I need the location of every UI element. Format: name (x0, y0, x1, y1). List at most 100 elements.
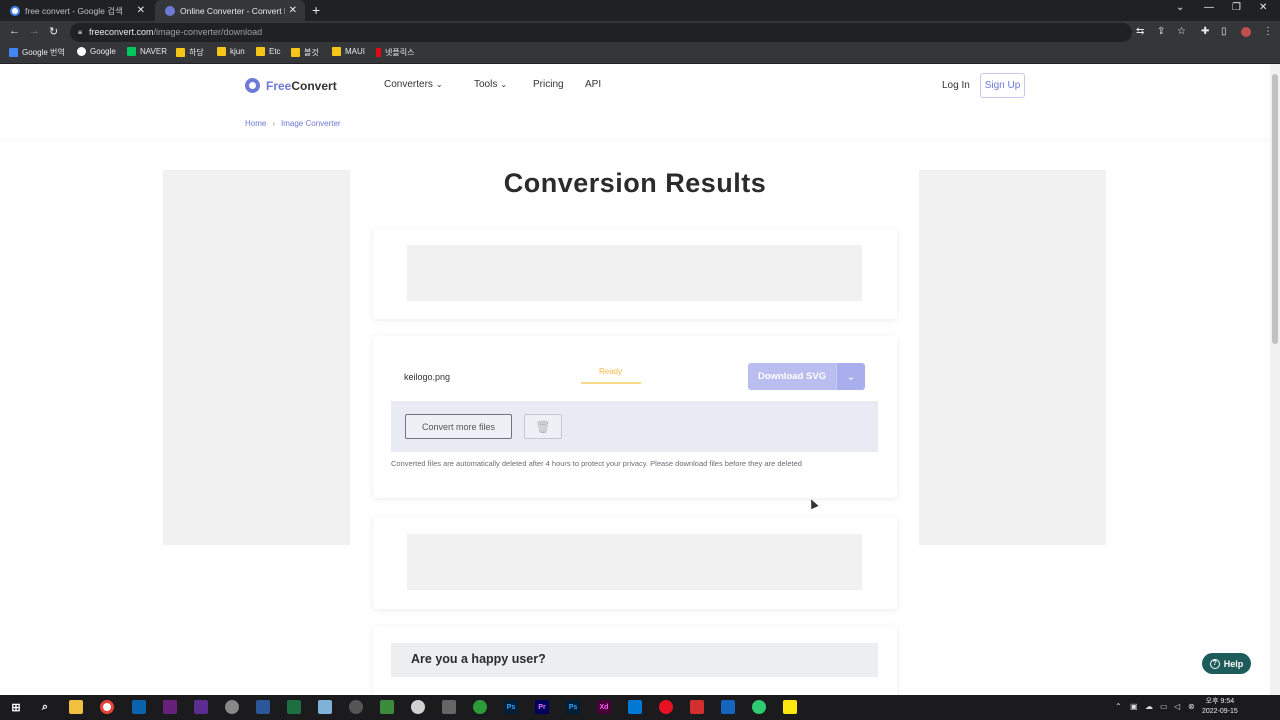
download-button[interactable]: Download SVG (748, 363, 836, 390)
network-icon[interactable]: ▭ (1160, 702, 1168, 711)
ime-icon[interactable]: ⊗ (1188, 702, 1195, 711)
app-icon[interactable] (411, 700, 425, 714)
right-ad-placeholder (919, 170, 1106, 545)
bookmark-folder-bolgeot[interactable]: 볼것 (291, 47, 319, 58)
privacy-notice: Converted files are automatically delete… (391, 459, 802, 468)
back-icon[interactable]: ← (9, 25, 20, 37)
bookmark-google-translate[interactable]: Google 번역 (9, 47, 65, 58)
bottom-ad-placeholder (407, 534, 862, 590)
help-button[interactable]: ? Help (1202, 653, 1251, 674)
record-icon[interactable] (659, 700, 673, 714)
visual-studio-preview-icon[interactable] (194, 700, 208, 714)
tab-search-icon[interactable]: ⌄ (1176, 2, 1184, 13)
tray-chevron-icon[interactable]: ⌃ (1115, 702, 1122, 711)
chrome-icon[interactable] (100, 700, 114, 714)
app-icon[interactable] (225, 700, 239, 714)
file-explorer-icon[interactable] (69, 700, 83, 714)
app-icon[interactable] (256, 700, 270, 714)
new-tab-button[interactable]: + (312, 2, 320, 18)
happy-user-title: Are you a happy user? (411, 652, 546, 666)
folder-icon (291, 48, 300, 57)
taskbar-clock[interactable]: 오후 9:54 2022-09-15 (1202, 697, 1238, 717)
bookmark-naver[interactable]: NAVER (127, 47, 167, 56)
xd-icon[interactable]: Xd (597, 700, 611, 714)
tab-title: Online Converter - Convert Ima (180, 5, 285, 16)
app-icon[interactable] (752, 700, 766, 714)
app-icon[interactable] (690, 700, 704, 714)
bookmark-star-icon[interactable]: ☆ (1177, 26, 1186, 37)
netflix-bookmark-icon (376, 48, 381, 57)
page-scrollbar[interactable] (1270, 64, 1280, 695)
app-icon[interactable] (628, 700, 642, 714)
volume-icon[interactable]: ◁ (1174, 702, 1180, 711)
close-tab-icon[interactable]: ✕ (289, 5, 297, 16)
visual-studio-icon[interactable] (163, 700, 177, 714)
tab-online-converter[interactable]: Online Converter - Convert Ima ✕ (155, 0, 305, 21)
menu-icon[interactable]: ⋮ (1263, 26, 1273, 37)
folder-icon (332, 47, 341, 56)
scrollbar-thumb[interactable] (1272, 74, 1278, 344)
photoshop-icon[interactable]: Ps (504, 700, 518, 714)
kakaotalk-icon[interactable] (783, 700, 797, 714)
bookmark-folder-hadang[interactable]: 하당 (176, 47, 204, 58)
reload-icon[interactable]: ↻ (49, 25, 58, 38)
translate-icon[interactable]: ⇆ (1136, 26, 1144, 37)
signup-button[interactable]: Sign Up (980, 73, 1025, 98)
bookmark-google[interactable]: Google (77, 47, 116, 56)
extensions-icon[interactable]: ✚ (1201, 26, 1209, 37)
bookmark-folder-maui[interactable]: MAUI (332, 47, 365, 56)
naver-bookmark-icon (127, 47, 136, 56)
browser-tab-strip: free convert - Google 검색 ✕ Online Conver… (0, 0, 1280, 21)
page-title: Conversion Results (503, 168, 767, 198)
actions-bar: Convert more files 🗑︎ (391, 401, 878, 452)
nav-api[interactable]: API (585, 79, 601, 90)
status-badge: Ready (599, 367, 623, 376)
download-options-chevron-icon[interactable]: ⌄ (836, 363, 865, 390)
login-link[interactable]: Log In (942, 80, 970, 91)
keyboard-icon[interactable] (442, 700, 456, 714)
address-bar[interactable]: 🔒︎ freeconvert.com/image-converter/downl… (70, 23, 1132, 42)
search-icon[interactable]: ⌕ (38, 700, 52, 714)
profile-avatar[interactable] (1241, 27, 1251, 37)
app-icon[interactable] (380, 700, 394, 714)
forward-icon[interactable]: → (29, 25, 40, 37)
bookmark-folder-etc[interactable]: Etc (256, 47, 281, 56)
share-icon[interactable]: ⇪ (1157, 26, 1165, 37)
cloud-icon[interactable]: ☁ (1145, 702, 1153, 711)
excel-icon[interactable] (287, 700, 301, 714)
freeconvert-logo[interactable]: Free Convert (245, 78, 337, 93)
minimize-button[interactable]: — (1204, 2, 1214, 13)
nav-tools[interactable]: Tools ⌄ (474, 79, 507, 90)
lock-icon: 🔒︎ (78, 27, 83, 36)
windows-start-icon[interactable]: ⊞ (9, 700, 23, 714)
notepad-icon[interactable] (318, 700, 332, 714)
close-tab-icon[interactable]: ✕ (137, 5, 145, 16)
tab-google-search[interactable]: free convert - Google 검색 ✕ (0, 0, 153, 21)
bookmark-folder-kjun[interactable]: kjun (217, 47, 245, 56)
breadcrumb-current[interactable]: Image Converter (281, 119, 341, 128)
bookmarks-bar: Google 번역 Google NAVER 하당 kjun Etc 볼것 MA… (0, 44, 1280, 64)
mail-icon[interactable] (132, 700, 146, 714)
happy-user-box: Are you a happy user? (391, 643, 878, 677)
app-icon[interactable] (349, 700, 363, 714)
nav-pricing[interactable]: Pricing (533, 79, 564, 90)
photoshop-icon[interactable]: Ps (566, 700, 580, 714)
file-name: keilogo.png (404, 372, 451, 382)
site-header: Free Convert Converters ⌄ Tools ⌄ Pricing A… (0, 64, 1270, 139)
app-icon[interactable] (473, 700, 487, 714)
browser-toolbar: ← → ↻ 🔒︎ freeconvert.com/image-converter… (0, 21, 1280, 44)
trash-icon[interactable]: 🗑︎ (524, 414, 562, 439)
breadcrumb-home[interactable]: Home (245, 119, 266, 128)
restore-button[interactable]: ❐ (1232, 2, 1241, 13)
google-favicon-icon (10, 5, 20, 16)
convert-more-button[interactable]: Convert more files (405, 414, 512, 439)
tray-app-icon[interactable]: ▣ (1130, 702, 1138, 711)
side-panel-icon[interactable]: ▯ (1221, 26, 1227, 37)
bookmark-netflix[interactable]: 넷플릭스 (376, 47, 414, 58)
chevron-down-icon: ⌄ (500, 80, 508, 89)
close-window-button[interactable]: ✕ (1259, 2, 1267, 13)
app-icon[interactable] (721, 700, 735, 714)
nav-converters[interactable]: Converters ⌄ (384, 79, 443, 90)
premiere-icon[interactable]: Pr (535, 700, 549, 714)
left-ad-placeholder (163, 170, 350, 545)
